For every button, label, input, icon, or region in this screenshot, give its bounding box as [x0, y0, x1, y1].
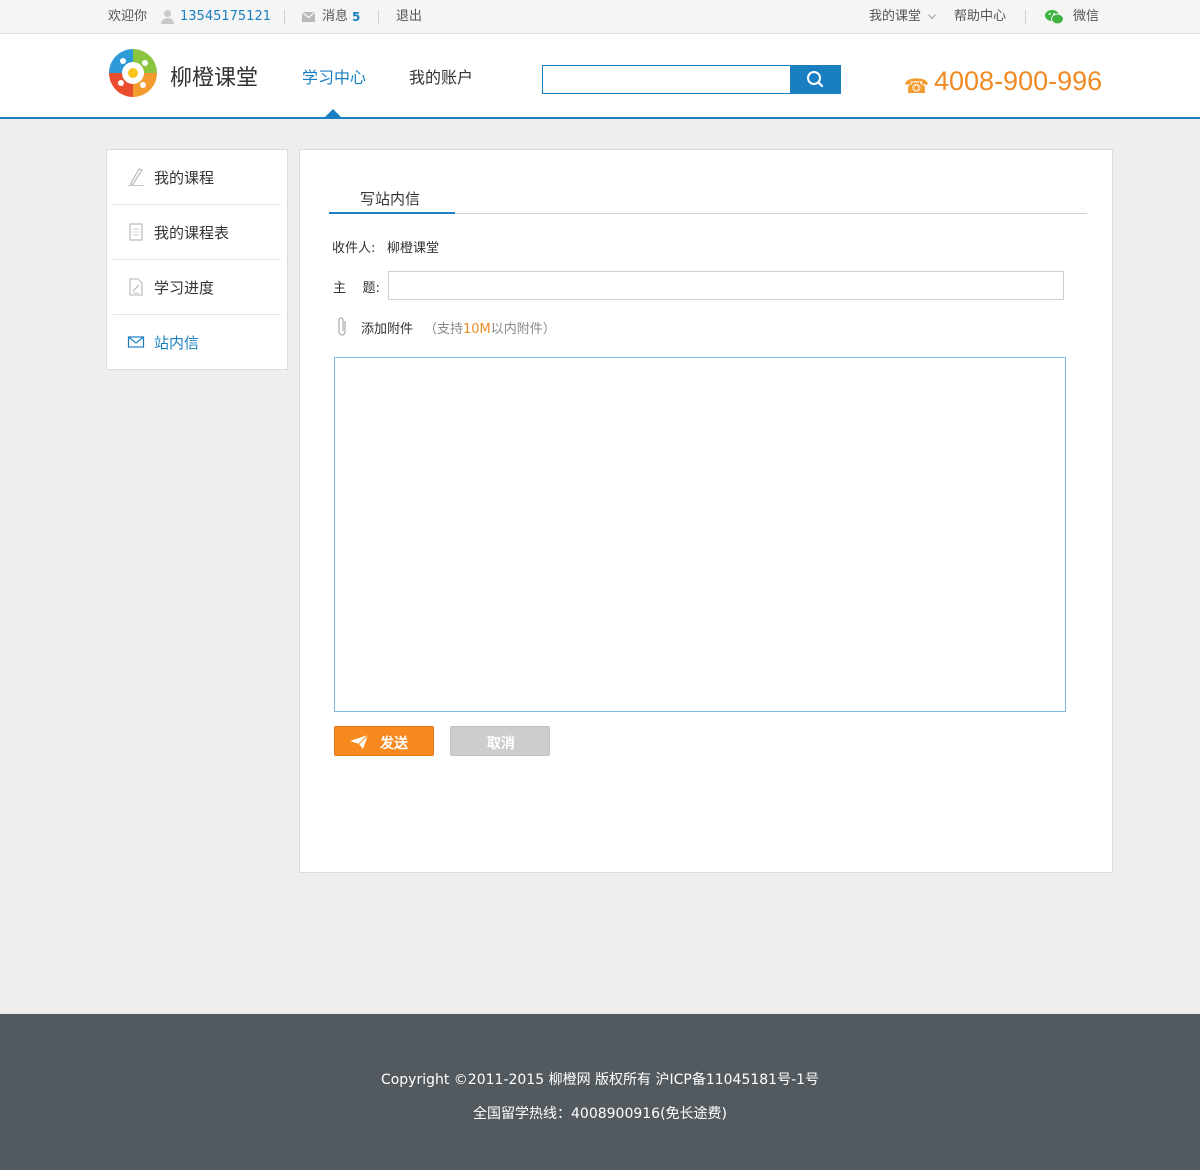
- send-button-label: 发送: [380, 736, 408, 752]
- user-icon: [161, 10, 174, 24]
- chevron-down-icon: [928, 14, 936, 20]
- subject-label: 主 题:: [333, 281, 380, 296]
- compose-message-panel: 写站内信 收件人: 柳橙课堂 主 题: 添加附件 （支持10M以内附件） 发送 …: [299, 149, 1113, 873]
- wechat-icon: [1045, 10, 1064, 25]
- footer-copyright: Copyright ©2011-2015 柳橙网 版权所有 沪ICP备11045…: [380, 1072, 820, 1088]
- sidebar-item-label: 站内信: [154, 334, 200, 352]
- mail-icon: [302, 12, 315, 22]
- subject-input[interactable]: [388, 271, 1064, 300]
- search-input[interactable]: [542, 65, 791, 94]
- search-button[interactable]: [790, 65, 841, 94]
- messages-count-badge: 5: [352, 10, 361, 24]
- sidebar-item-my-schedule[interactable]: 我的课程表: [113, 205, 281, 260]
- paperclip-icon: [338, 317, 346, 336]
- message-body-textarea[interactable]: [334, 357, 1066, 712]
- hotline-number: 4008-900-996: [934, 66, 1103, 96]
- brand-name: 柳橙课堂: [170, 66, 259, 91]
- welcome-text: 欢迎你: [108, 9, 148, 24]
- nav-learning-center[interactable]: 学习中心: [302, 64, 366, 88]
- nav-active-indicator: [324, 109, 342, 118]
- wechat-link[interactable]: 微信: [1073, 0, 1099, 34]
- cancel-button-label: 取消: [487, 736, 515, 752]
- header: 柳橙课堂 学习中心 我的账户 ☎ 4008-900-996: [0, 34, 1200, 119]
- telephone-icon: ☎: [904, 74, 929, 98]
- sidebar-item-messages[interactable]: 站内信: [113, 315, 281, 370]
- nav-my-account[interactable]: 我的账户: [409, 64, 473, 88]
- divider: [378, 10, 379, 24]
- my-classroom-menu[interactable]: 我的课堂: [869, 0, 921, 34]
- messages-link[interactable]: 消息: [322, 0, 348, 34]
- search-icon: [807, 71, 824, 88]
- divider: [1025, 10, 1026, 24]
- envelope-icon: [127, 336, 145, 348]
- footer: Copyright ©2011-2015 柳橙网 版权所有 沪ICP备11045…: [0, 1014, 1200, 1170]
- recipient-value: 柳橙课堂: [387, 241, 440, 256]
- divider: [284, 10, 285, 24]
- logout-link[interactable]: 退出: [396, 0, 422, 34]
- sidebar: 我的课程 我的课程表 学习进度 站内信: [106, 149, 288, 370]
- user-phone-link[interactable]: 13545175121: [180, 0, 271, 34]
- paper-plane-icon: [350, 735, 368, 749]
- send-button[interactable]: 发送: [334, 726, 434, 756]
- tab-write-message[interactable]: 写站内信: [360, 188, 420, 209]
- sidebar-item-my-courses[interactable]: 我的课程: [113, 150, 281, 205]
- sidebar-item-label: 我的课程表: [154, 224, 230, 242]
- recipient-label: 收件人:: [332, 241, 376, 256]
- top-bar: 欢迎你 13545175121 消息 5 退出 我的课堂 帮助中心 微信: [0, 0, 1200, 34]
- tab-active-underline: [329, 212, 455, 214]
- add-attachment-link[interactable]: 添加附件: [361, 318, 413, 337]
- sidebar-item-progress[interactable]: 学习进度: [113, 260, 281, 315]
- pen-icon: [128, 168, 144, 186]
- attachment-hint: （支持10M以内附件）: [424, 322, 556, 337]
- help-center-link[interactable]: 帮助中心: [954, 0, 1006, 34]
- edit-note-icon: [129, 278, 143, 296]
- sidebar-item-label: 学习进度: [154, 279, 215, 297]
- logo-icon[interactable]: [108, 48, 158, 98]
- footer-hotline: 全国留学热线：4008900916(免长途费): [473, 1106, 727, 1122]
- document-icon: [129, 223, 143, 241]
- sidebar-item-label: 我的课程: [154, 169, 215, 187]
- cancel-button[interactable]: 取消: [450, 726, 550, 756]
